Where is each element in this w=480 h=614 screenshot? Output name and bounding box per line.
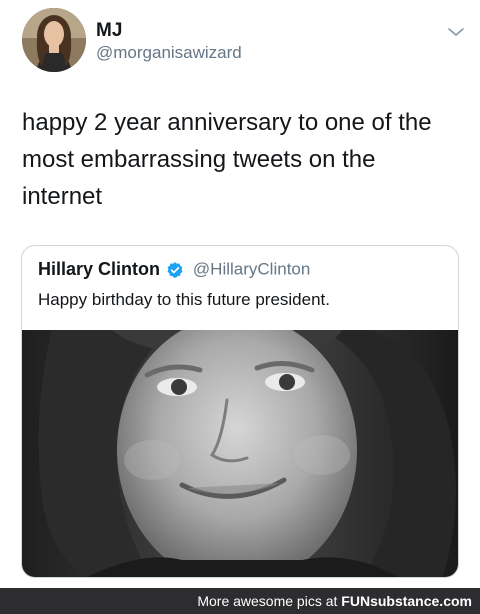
footer-brand-link[interactable]: FUNsubstance.com [341,593,472,609]
author-handle[interactable]: @morganisawizard [96,42,242,64]
footer-caption: More awesome pics at [197,593,338,609]
verified-badge-icon [167,261,183,278]
quoted-tweet-text: Happy birthday to this future president. [38,290,330,309]
tweet-text: happy 2 year anniversary to one of the m… [22,109,432,210]
quoted-tweet-header: Hillary Clinton @HillaryClinton [38,259,310,283]
author-names: MJ @morganisawizard [96,20,242,64]
portrait-photo [22,330,458,577]
quoted-author-handle: @HillaryClinton [192,259,311,279]
watermark-footer: More awesome pics at FUNsubstance.com [0,588,480,614]
quoted-tweet[interactable]: Hillary Clinton @HillaryClinton Happy bi… [21,245,459,578]
author-display-name[interactable]: MJ [96,20,242,42]
tweet-card: MJ @morganisawizard happy 2 year anniver… [0,0,480,588]
avatar[interactable] [22,8,86,72]
quoted-tweet-photo[interactable] [22,330,458,577]
footer-brand-part2: substance.com [370,593,472,609]
footer-text: More awesome pics at FUNsubstance.com [197,593,472,609]
tweet-header: MJ @morganisawizard [22,8,466,74]
footer-brand-part1: FUN [341,593,371,609]
avatar-image [22,8,86,72]
quoted-author-display-name: Hillary Clinton [38,259,161,279]
chevron-down-icon[interactable] [446,22,466,42]
